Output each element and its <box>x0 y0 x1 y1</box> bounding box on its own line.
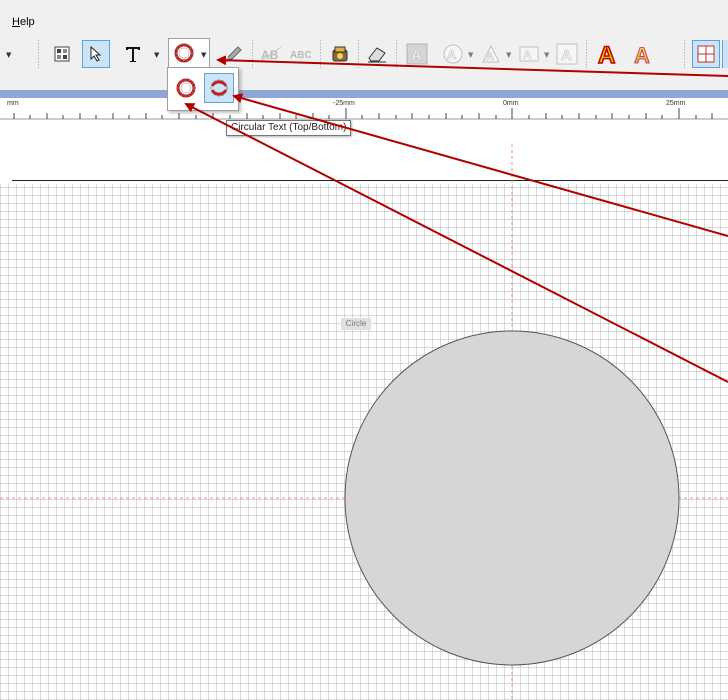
arc-text-icon[interactable]: ABC <box>288 42 316 66</box>
select-arrow-button[interactable] <box>82 40 110 68</box>
outline-a-icon[interactable]: A <box>404 41 430 67</box>
work-area-top <box>0 120 728 182</box>
paint-fill-icon[interactable] <box>328 42 352 66</box>
ruler-ticks <box>0 108 728 120</box>
layout-icon[interactable] <box>50 42 74 66</box>
ruler-label: -25mm <box>333 100 355 107</box>
svg-text:A: A <box>598 42 615 67</box>
text-tool-icon[interactable] <box>122 41 144 67</box>
help-menu-accel: H <box>12 16 20 28</box>
circular-text-topbottom-icon <box>210 79 228 97</box>
svg-text:A: A <box>411 47 422 64</box>
svg-text:A: A <box>523 48 532 62</box>
outline-a4-chevron-icon[interactable]: ▼ <box>544 51 549 59</box>
menu-bar: Help <box>0 0 728 34</box>
svg-text:A: A <box>447 47 457 62</box>
toolbar-overflow-chevron-icon[interactable]: ▼ <box>6 51 11 59</box>
outline-a5-icon[interactable]: A <box>554 41 580 67</box>
svg-text:A: A <box>634 43 650 67</box>
tooltip: Circular Text (Top/Bottom) <box>226 120 352 136</box>
pen-icon[interactable] <box>222 42 246 66</box>
text-style-icon[interactable]: AB <box>258 42 284 66</box>
circular-text-icon <box>174 43 194 63</box>
help-menu-rest: elp <box>19 16 35 28</box>
outline-a3-chevron-icon[interactable]: ▼ <box>506 51 511 59</box>
toolbar-separator <box>684 40 685 68</box>
svg-text:ABC: ABC <box>290 50 312 61</box>
page-top-border <box>12 180 728 181</box>
text-tool-chevron-icon[interactable]: ▼ <box>154 51 159 59</box>
toolbar-cut-off-button[interactable] <box>722 40 728 68</box>
grid-snap-icon <box>697 45 715 63</box>
circular-text-dropdown <box>167 67 239 111</box>
red-a-icon[interactable]: A <box>594 40 622 68</box>
help-menu[interactable]: Help <box>12 16 35 28</box>
circular-text-topbottom-option[interactable] <box>204 73 234 103</box>
design-canvas[interactable] <box>0 184 728 700</box>
outline-a3-icon[interactable]: A <box>478 41 504 67</box>
svg-text:A: A <box>486 51 494 63</box>
ruler-label: 0mm <box>503 100 519 107</box>
ruler-label: mm <box>7 100 19 107</box>
toolbar-separator <box>38 40 39 68</box>
ruler-band <box>0 90 728 98</box>
circular-text-outer-option[interactable] <box>172 74 200 102</box>
svg-text:A: A <box>561 47 572 64</box>
circular-text-chevron-icon[interactable]: ▼ <box>201 51 206 59</box>
outline-a2-chevron-icon[interactable]: ▼ <box>468 51 473 59</box>
grid-snap-button[interactable] <box>692 40 720 68</box>
eraser-icon[interactable] <box>364 42 390 66</box>
toolbar-separator <box>586 40 587 68</box>
ruler-label: 25mm <box>666 100 686 107</box>
outline-a4-icon[interactable]: A <box>516 41 542 67</box>
circle-shape-label: Circle <box>341 318 371 330</box>
select-arrow-icon <box>90 46 102 62</box>
outline-a2-icon[interactable]: A <box>440 41 466 67</box>
circular-text-outer-icon <box>176 78 196 98</box>
main-toolbar: ▼ ▼ ▼ AB ABC A A ▼ A ▼ A ▼ <box>0 34 728 90</box>
toolbar-separator <box>252 40 253 68</box>
circular-text-button[interactable]: ▼ <box>168 38 210 68</box>
toolbar-separator <box>396 40 397 68</box>
horizontal-ruler: mm -25mm 0mm 25mm <box>0 98 728 121</box>
toolbar-separator <box>320 40 321 68</box>
toolbar-separator <box>358 40 359 68</box>
gradient-a-icon[interactable]: A <box>630 40 658 68</box>
